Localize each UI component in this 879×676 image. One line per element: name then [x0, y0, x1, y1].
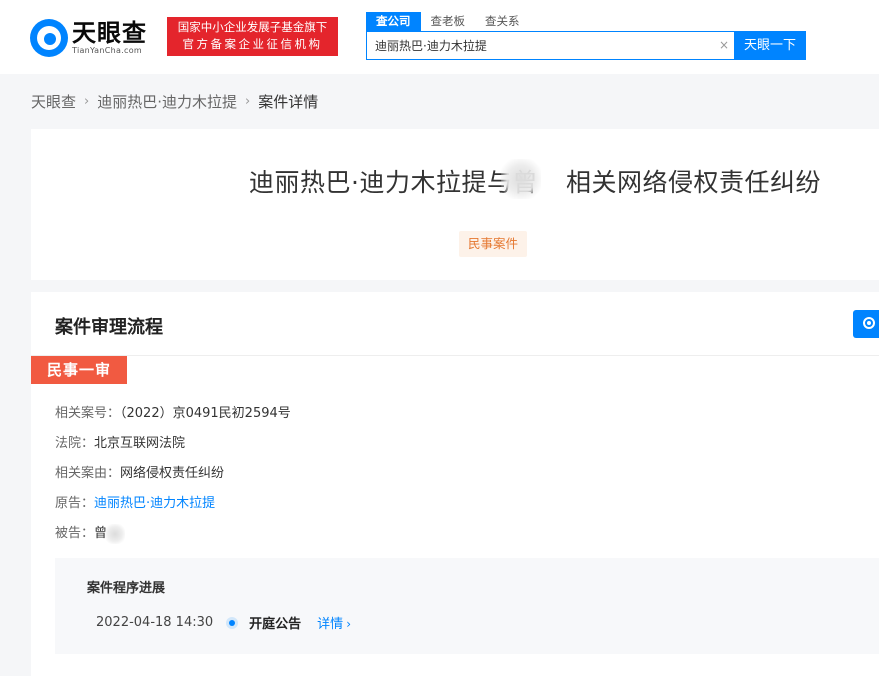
- clear-icon[interactable]: ×: [714, 32, 734, 59]
- plaintiff-row: 原告：迪丽热巴·迪力木拉提: [55, 492, 215, 511]
- privacy-blur: [501, 159, 541, 199]
- progress-item: 2022-04-18 14:30 开庭公告 详情 ›: [96, 613, 351, 632]
- cause-value: 网络侵权责任纠纷: [120, 466, 225, 481]
- logo-name: 天眼查: [72, 19, 147, 47]
- breadcrumb: 天眼查 › 迪丽热巴·迪力木拉提 › 案件详情: [31, 91, 318, 112]
- plaintiff-label: 原告：: [55, 496, 95, 511]
- defendant-label: 被告：: [55, 526, 95, 541]
- progress-box: 案件程序进展 2022-04-18 14:30 开庭公告 详情 ›: [55, 558, 879, 654]
- tab-company[interactable]: 查公司: [366, 12, 421, 31]
- court-label: 法院：: [55, 436, 95, 451]
- chevron-right-icon: ›: [346, 617, 351, 631]
- chevron-right-icon: ›: [84, 94, 90, 109]
- case-type-tag: 民事案件: [459, 231, 528, 257]
- cause-row: 相关案由：网络侵权责任纠纷: [55, 462, 224, 481]
- search-tabs: 查公司 查老板 查关系: [366, 12, 530, 31]
- title-part2: 相关网络侵权责任纠纷: [565, 168, 821, 197]
- case-process-card: 案件审理流程 民事一审 相关案号：（2022）京0491民初2594号 法院：北…: [31, 292, 879, 676]
- progress-event: 开庭公告: [249, 617, 302, 632]
- court-value: 北京互联网法院: [94, 436, 186, 451]
- cause-label: 相关案由：: [55, 466, 121, 481]
- breadcrumb-person[interactable]: 迪丽热巴·迪力木拉提: [97, 91, 237, 112]
- tab-relation[interactable]: 查关系: [475, 12, 530, 31]
- search-box: × 天眼一下: [366, 31, 806, 60]
- logo-domain: TianYanCha.com: [72, 46, 142, 55]
- search-input[interactable]: [367, 32, 714, 59]
- progress-time: 2022-04-18 14:30: [96, 615, 214, 630]
- site-logo[interactable]: 天眼查 TianYanCha.com: [30, 18, 147, 58]
- case-number-value: （2022）京0491民初2594号: [120, 406, 291, 421]
- locate-button[interactable]: [853, 310, 879, 338]
- details-link[interactable]: 详情 ›: [317, 613, 351, 632]
- details-link-label: 详情: [317, 617, 344, 632]
- breadcrumb-home[interactable]: 天眼查: [31, 91, 76, 112]
- privacy-blur: [105, 523, 126, 544]
- plaintiff-link[interactable]: 迪丽热巴·迪力木拉提: [94, 496, 215, 511]
- logo-icon: [30, 19, 68, 57]
- case-title-card: 迪丽热巴·迪力木拉提与曾 相关网络侵权责任纠纷 民事案件: [31, 129, 879, 280]
- defendant-row: 被告：曾: [55, 522, 126, 544]
- case-number-label: 相关案号：: [55, 406, 121, 421]
- breadcrumb-current: 案件详情: [258, 93, 319, 111]
- tab-boss[interactable]: 查老板: [421, 12, 476, 31]
- section-title: 案件审理流程: [55, 317, 163, 338]
- timeline-dot-icon: [229, 619, 236, 626]
- chevron-right-icon: ›: [245, 94, 251, 109]
- top-header: 天眼查 TianYanCha.com 国家中小企业发展子基金旗下 官方备案企业征…: [0, 0, 879, 74]
- court-row: 法院：北京互联网法院: [55, 432, 185, 451]
- title-part1: 迪丽热巴·迪力木拉提与曾: [249, 168, 538, 197]
- official-badge: 国家中小企业发展子基金旗下 官方备案企业征信机构: [167, 17, 338, 56]
- badge-line1: 国家中小企业发展子基金旗下: [177, 20, 328, 34]
- search-button[interactable]: 天眼一下: [734, 31, 806, 60]
- progress-title: 案件程序进展: [87, 581, 166, 596]
- case-number-row: 相关案号：（2022）京0491民初2594号: [55, 402, 291, 421]
- page-title: 迪丽热巴·迪力木拉提与曾 相关网络侵权责任纠纷: [31, 163, 821, 199]
- divider: [31, 355, 879, 356]
- stage-tag: 民事一审: [31, 356, 127, 384]
- badge-line2: 官方备案企业征信机构: [182, 37, 323, 51]
